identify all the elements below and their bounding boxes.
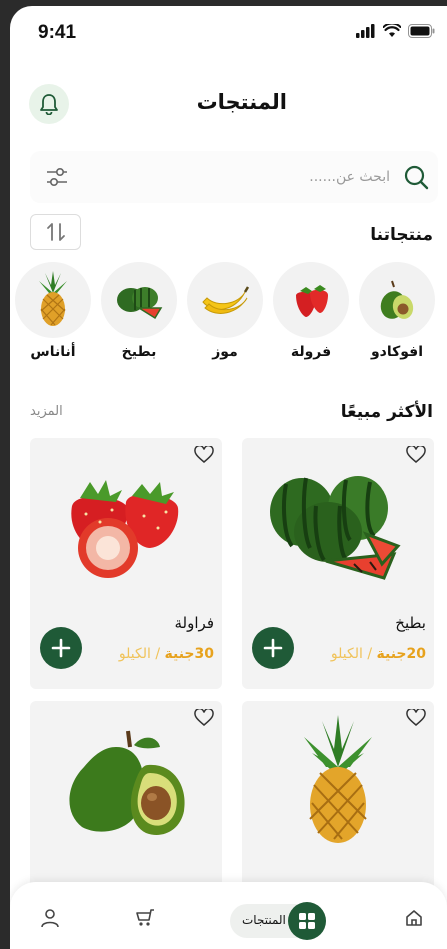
category-avocado[interactable]: افوكادو xyxy=(359,262,435,360)
battery-icon xyxy=(408,24,435,38)
plus-icon xyxy=(51,638,71,658)
search-input[interactable] xyxy=(110,164,390,190)
bottom-nav: المنتجات xyxy=(10,882,447,949)
bell-icon xyxy=(40,94,58,115)
home-icon[interactable] xyxy=(404,908,424,928)
category-watermelon[interactable]: بطيخ xyxy=(101,262,177,360)
heart-icon[interactable] xyxy=(194,709,214,727)
price-unit: / الكيلو xyxy=(118,646,165,662)
pineapple-image xyxy=(304,715,372,843)
price-value: 20جنية xyxy=(376,646,427,662)
product-card-pineapple[interactable] xyxy=(242,701,434,901)
more-link[interactable]: المزيد xyxy=(30,404,63,419)
price-unit: / الكيلو xyxy=(330,646,377,662)
add-to-cart-button[interactable] xyxy=(252,627,294,669)
status-time: 9:41 xyxy=(38,22,77,43)
watermelon-icon xyxy=(117,287,163,320)
product-card-watermelon[interactable]: بطيخ 20جنية / الكيلو xyxy=(242,438,434,689)
product-name: فراولة xyxy=(174,614,214,632)
pineapple-icon xyxy=(39,271,67,326)
search-bar xyxy=(30,151,438,203)
search-icon[interactable] xyxy=(402,163,430,191)
strawberry-image xyxy=(71,480,179,578)
category-banana-circle xyxy=(187,262,263,338)
header: المنتجات xyxy=(10,78,447,134)
category-label: افوكادو xyxy=(370,344,424,360)
category-banana[interactable]: موز xyxy=(187,262,263,360)
status-bar: 9:41 xyxy=(10,6,447,60)
product-card-avocado[interactable] xyxy=(30,701,222,901)
heart-icon[interactable] xyxy=(406,709,426,727)
category-label: فرولة xyxy=(290,344,332,360)
avocado-image xyxy=(69,730,185,835)
notifications-button[interactable] xyxy=(29,84,69,124)
heart-icon[interactable] xyxy=(194,446,214,464)
category-strawberry-circle xyxy=(273,262,349,338)
category-label: بطيخ xyxy=(121,344,157,360)
best-sellers-title: الأكثر مبيعًا xyxy=(340,402,433,422)
product-card-strawberry[interactable]: فراولة 30جنية / الكيلو xyxy=(30,438,222,689)
avocado-icon xyxy=(380,280,414,319)
filter-icon[interactable] xyxy=(44,164,70,190)
cart-icon[interactable] xyxy=(134,908,156,928)
category-watermelon-circle xyxy=(101,262,177,338)
banana-icon xyxy=(202,286,250,314)
product-price: 20جنية / الكيلو xyxy=(331,646,426,662)
sort-button[interactable] xyxy=(30,214,81,250)
product-name: بطيخ xyxy=(395,614,426,632)
sort-icon xyxy=(46,223,65,241)
watermelon-image xyxy=(270,476,401,580)
status-icons xyxy=(356,24,435,38)
category-list: افوكادو فرولة موز بطيخ أناناس xyxy=(14,262,444,372)
heart-icon[interactable] xyxy=(406,446,426,464)
category-pineapple-circle xyxy=(15,262,91,338)
plus-icon xyxy=(263,638,283,658)
add-to-cart-button[interactable] xyxy=(40,627,82,669)
nav-products-label: المنتجات xyxy=(242,913,286,927)
phone-screen: 9:41 المنتجات ابحث عن...... منتجاتنا افو… xyxy=(10,6,447,949)
products-section-title: منتجاتنا xyxy=(370,225,433,245)
nav-products-tab[interactable]: المنتجات xyxy=(230,902,326,940)
category-pineapple[interactable]: أناناس xyxy=(15,262,91,360)
grid-icon xyxy=(288,902,326,940)
page-title: المنتجات xyxy=(196,90,287,114)
strawberry-icon xyxy=(296,285,328,317)
category-label: موز xyxy=(212,344,238,360)
category-label: أناناس xyxy=(30,344,76,360)
wifi-icon xyxy=(383,24,401,37)
category-avocado-circle xyxy=(359,262,435,338)
category-strawberry[interactable]: فرولة xyxy=(273,262,349,360)
product-price: 30جنية / الكيلو xyxy=(119,646,214,662)
profile-icon[interactable] xyxy=(40,908,60,928)
price-value: 30جنية xyxy=(164,646,215,662)
signal-icon xyxy=(356,24,375,38)
